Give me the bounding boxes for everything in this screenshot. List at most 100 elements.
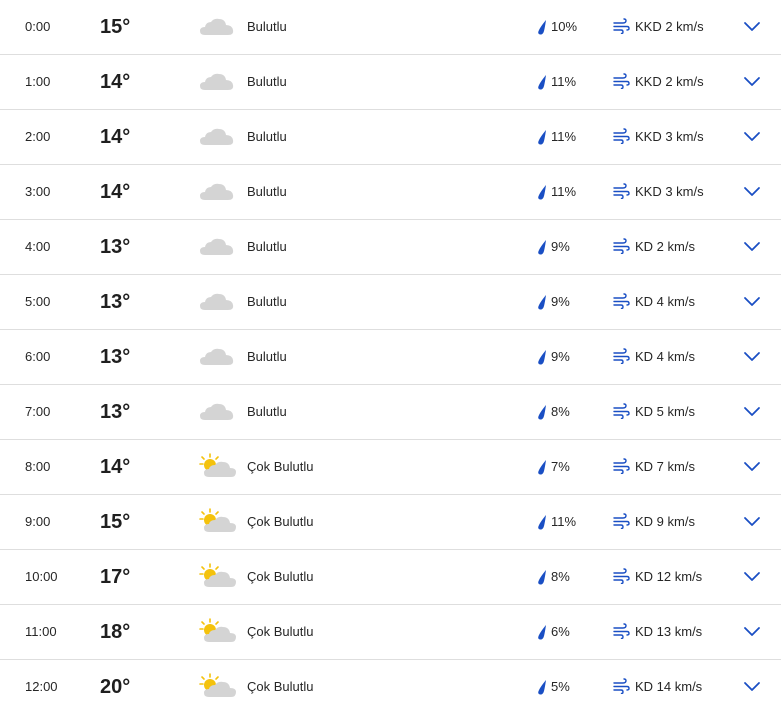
hour-precipitation: 9% — [551, 294, 570, 309]
hour-precipitation: 11% — [551, 74, 577, 89]
expand-row-button[interactable] — [743, 349, 761, 365]
hour-condition: Bulutlu — [247, 184, 287, 199]
hour-time: 4:00 — [25, 239, 51, 254]
hour-precipitation: 8% — [551, 404, 570, 419]
raindrop-icon — [536, 459, 548, 475]
hour-condition: Bulutlu — [247, 239, 287, 254]
expand-row-button[interactable] — [743, 459, 761, 475]
hour-row[interactable]: 11:00 18° Çok Bulutlu 6% KD 13 km/s — [0, 605, 781, 660]
hour-time: 2:00 — [25, 129, 51, 144]
chevron-down-icon — [743, 132, 761, 149]
raindrop-icon — [536, 74, 548, 90]
hour-precipitation: 6% — [551, 624, 570, 639]
raindrop-icon — [536, 129, 548, 145]
wind-icon — [613, 678, 630, 695]
hour-temperature: 17° — [100, 566, 131, 588]
chevron-down-icon — [743, 187, 761, 204]
hour-condition: Çok Bulutlu — [247, 624, 314, 639]
cloud-icon — [199, 178, 237, 204]
hour-temperature: 20° — [100, 676, 131, 698]
expand-row-button[interactable] — [743, 679, 761, 695]
hour-row[interactable]: 7:00 13° Bulutlu 8% KD 5 km/s — [0, 385, 781, 440]
hour-wind: KD 12 km/s — [635, 569, 703, 584]
chevron-down-icon — [743, 77, 761, 94]
wind-icon — [613, 513, 630, 530]
chevron-down-icon — [743, 352, 761, 369]
hour-time: 10:00 — [25, 569, 58, 584]
cloud-icon — [199, 288, 237, 314]
hour-row[interactable]: 5:00 13° Bulutlu 9% KD 4 km/s — [0, 275, 781, 330]
cloud-icon — [199, 233, 237, 259]
raindrop-icon — [536, 184, 548, 200]
expand-row-button[interactable] — [743, 624, 761, 640]
wind-icon — [613, 623, 630, 640]
hourly-forecast-list: 0:00 15° Bulutlu 10% KKD 2 km/s 1:00 14° Bulutl… — [0, 0, 781, 710]
chevron-down-icon — [743, 22, 761, 39]
expand-row-button[interactable] — [743, 74, 761, 90]
hour-temperature: 15° — [100, 511, 131, 533]
hour-temperature: 15° — [100, 16, 131, 38]
cloud-icon — [199, 343, 237, 369]
chevron-down-icon — [743, 407, 761, 424]
wind-icon — [613, 73, 630, 90]
expand-row-button[interactable] — [743, 514, 761, 530]
hour-time: 7:00 — [25, 404, 51, 419]
hour-row[interactable]: 3:00 14° Bulutlu 11% KKD 3 km/s — [0, 165, 781, 220]
raindrop-icon — [536, 294, 548, 310]
hour-condition: Bulutlu — [247, 19, 287, 34]
hour-row[interactable]: 12:00 20° Çok Bulutlu 5% KD 14 km/s — [0, 660, 781, 715]
hour-condition: Bulutlu — [247, 129, 287, 144]
chevron-down-icon — [743, 572, 761, 589]
expand-row-button[interactable] — [743, 129, 761, 145]
hour-precipitation: 10% — [551, 19, 578, 34]
hour-row[interactable]: 4:00 13° Bulutlu 9% KD 2 km/s — [0, 220, 781, 275]
sun-behind-cloud-icon — [199, 563, 237, 589]
hour-row[interactable]: 10:00 17° Çok Bulutlu 8% KD 12 km/s — [0, 550, 781, 605]
wind-icon — [613, 568, 630, 585]
hour-temperature: 14° — [100, 126, 131, 148]
raindrop-icon — [536, 19, 548, 35]
expand-row-button[interactable] — [743, 19, 761, 35]
wind-icon — [613, 458, 630, 475]
hour-wind: KD 7 km/s — [635, 459, 695, 474]
sun-behind-cloud-icon — [199, 618, 237, 644]
hour-wind: KKD 3 km/s — [635, 184, 704, 199]
raindrop-icon — [536, 514, 548, 530]
hour-time: 6:00 — [25, 349, 51, 364]
hour-condition: Çok Bulutlu — [247, 569, 314, 584]
wind-icon — [613, 183, 630, 200]
raindrop-icon — [536, 679, 548, 695]
wind-icon — [613, 348, 630, 365]
chevron-down-icon — [743, 682, 761, 699]
sun-behind-cloud-icon — [199, 453, 237, 479]
expand-row-button[interactable] — [743, 294, 761, 310]
chevron-down-icon — [743, 462, 761, 479]
chevron-down-icon — [743, 627, 761, 644]
hour-temperature: 13° — [100, 236, 131, 258]
hour-time: 11:00 — [25, 624, 57, 639]
hour-precipitation: 9% — [551, 239, 570, 254]
raindrop-icon — [536, 349, 548, 365]
expand-row-button[interactable] — [743, 239, 761, 255]
hour-row[interactable]: 6:00 13° Bulutlu 9% KD 4 km/s — [0, 330, 781, 385]
expand-row-button[interactable] — [743, 184, 761, 200]
hour-row[interactable]: 1:00 14° Bulutlu 11% KKD 2 km/s — [0, 55, 781, 110]
wind-icon — [613, 18, 630, 35]
hour-row[interactable]: 8:00 14° Çok Bulutlu 7% KD 7 km/s — [0, 440, 781, 495]
hour-row[interactable]: 2:00 14° Bulutlu 11% KKD 3 km/s — [0, 110, 781, 165]
expand-row-button[interactable] — [743, 569, 761, 585]
hour-condition: Çok Bulutlu — [247, 679, 314, 694]
hour-condition: Bulutlu — [247, 404, 287, 419]
expand-row-button[interactable] — [743, 404, 761, 420]
hour-condition: Çok Bulutlu — [247, 514, 314, 529]
hour-row[interactable]: 9:00 15° Çok Bulutlu 11% KD 9 km/s — [0, 495, 781, 550]
hour-temperature: 14° — [100, 71, 131, 93]
hour-condition: Çok Bulutlu — [247, 459, 314, 474]
raindrop-icon — [536, 569, 548, 585]
hour-temperature: 13° — [100, 401, 131, 423]
hour-precipitation: 5% — [551, 679, 570, 694]
chevron-down-icon — [743, 297, 761, 314]
hour-row[interactable]: 0:00 15° Bulutlu 10% KKD 2 km/s — [0, 0, 781, 55]
wind-icon — [613, 128, 630, 145]
hour-wind: KD 14 km/s — [635, 679, 703, 694]
